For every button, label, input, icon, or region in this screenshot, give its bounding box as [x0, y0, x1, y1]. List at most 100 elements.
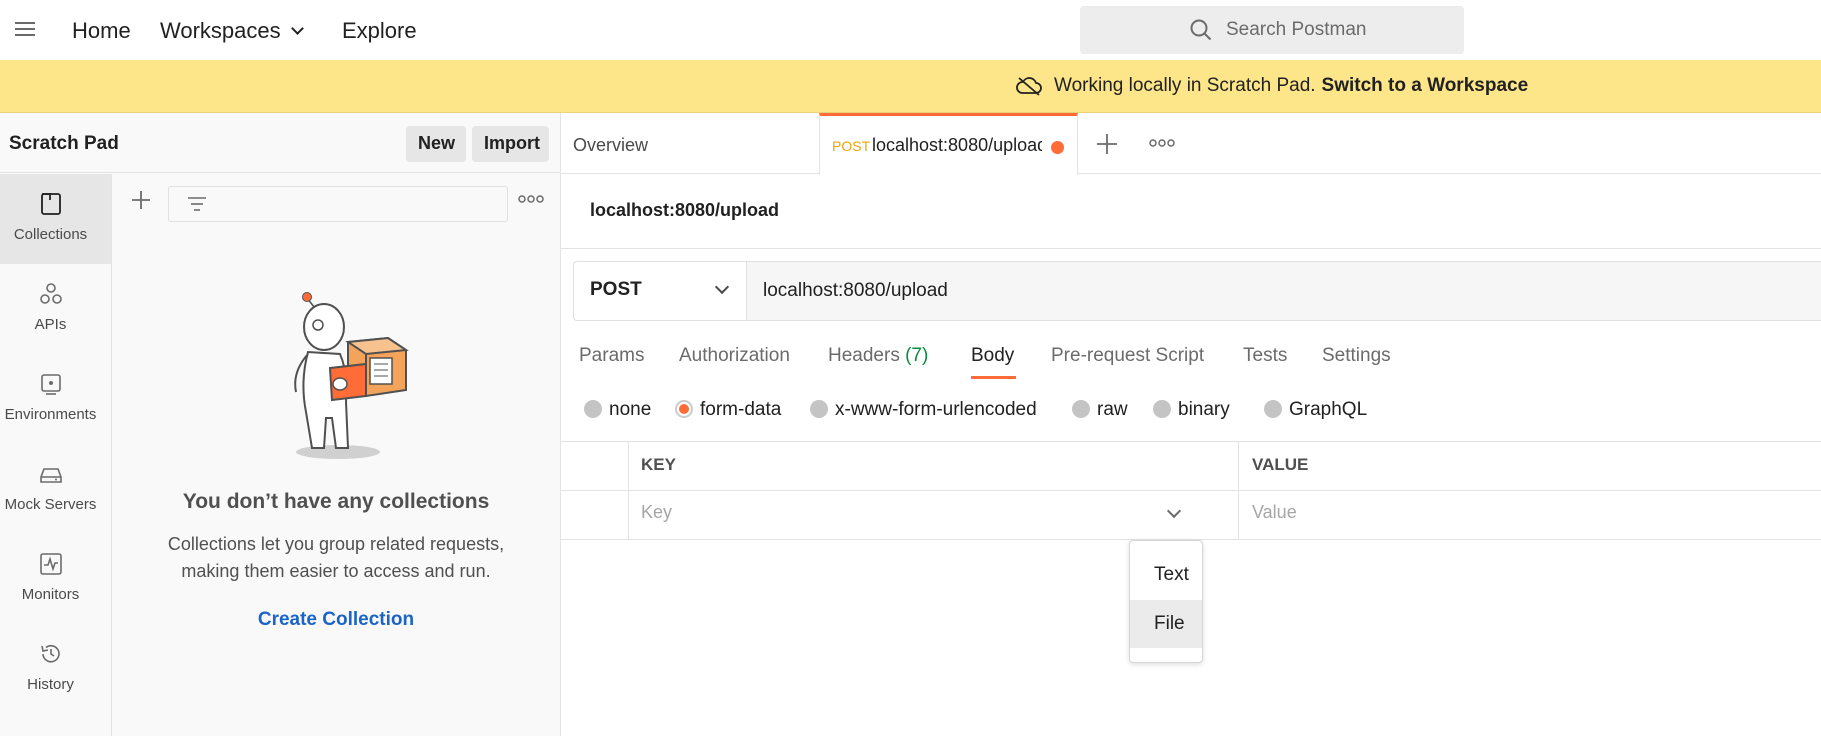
value-column-header: VALUE: [1252, 455, 1309, 474]
history-icon: [41, 644, 60, 663]
cloud-off-icon: [1016, 77, 1042, 96]
request-name[interactable]: localhost:8080/upload: [590, 200, 779, 221]
radio-circle: [584, 400, 602, 418]
tab-method-badge: POST: [832, 138, 871, 154]
nav-explore[interactable]: Explore: [342, 18, 417, 44]
request-panel: Overview POST localhost:8080/upload loca…: [561, 113, 1821, 736]
mock-servers-icon: [40, 468, 62, 483]
nav-workspaces[interactable]: Workspaces: [160, 18, 304, 44]
apis-icon: [40, 283, 62, 304]
add-collection-icon[interactable]: [130, 189, 152, 211]
radio-circle: [1072, 400, 1090, 418]
empty-collections-illustration: [294, 292, 409, 459]
chevron-down-icon: [714, 279, 730, 295]
radio-label: GraphQL: [1289, 399, 1368, 420]
sidebar-rail: Collections APIs Environments Mock Serve…: [0, 174, 112, 736]
divider: [561, 248, 1821, 249]
search-placeholder: Search Postman: [1226, 19, 1367, 40]
radio-circle: [1264, 400, 1282, 418]
empty-state-description: Collections let you group related reques…: [167, 534, 505, 581]
request-tabbar: Overview POST localhost:8080/upload: [561, 113, 1821, 175]
table-column-divider: [628, 441, 629, 539]
radio-circle: [1153, 400, 1171, 418]
table-column-divider: [1238, 441, 1239, 539]
active-tab-indicator: [971, 376, 1016, 379]
tab-body[interactable]: Body: [971, 345, 1014, 367]
tab-headers-label: Headers: [828, 345, 900, 366]
radio-label: none: [609, 399, 652, 420]
radio-binary[interactable]: binary: [1153, 399, 1230, 423]
nav-home[interactable]: Home: [72, 18, 131, 44]
tab-request-upload[interactable]: POST localhost:8080/upload: [819, 113, 1078, 175]
search-icon: [1190, 19, 1212, 41]
new-button[interactable]: New: [406, 126, 466, 162]
key-column-header: KEY: [641, 455, 676, 474]
tab-pre-request-script[interactable]: Pre-request Script: [1051, 345, 1204, 367]
top-navigation-bar: Home Workspaces Explore Search Postman: [0, 0, 1821, 60]
filter-collections-input[interactable]: [168, 186, 508, 222]
create-collection-link[interactable]: Create Collection: [112, 609, 560, 631]
sidebar-item-collections[interactable]: Collections: [0, 174, 111, 264]
radio-circle-selected: [675, 400, 693, 418]
dropdown-option-file[interactable]: File: [1130, 600, 1202, 648]
key-type-dropdown: Text File: [1129, 540, 1203, 663]
radio-circle: [810, 400, 828, 418]
tab-tests[interactable]: Tests: [1243, 345, 1287, 367]
sidebar-title: Scratch Pad: [9, 133, 119, 154]
sidebar-item-label: History: [27, 676, 74, 693]
headers-count-badge: (7): [905, 345, 929, 366]
radio-x-www-form-urlencoded[interactable]: x-www-form-urlencoded: [810, 399, 1037, 423]
menu-icon[interactable]: [15, 22, 37, 38]
table-border: [561, 490, 1821, 491]
scratch-pad-banner: Working locally in Scratch Pad. Switch to…: [0, 60, 1821, 113]
value-input[interactable]: Value: [1252, 502, 1297, 523]
more-options-icon[interactable]: [518, 194, 544, 204]
environments-icon: [41, 374, 61, 395]
tab-settings[interactable]: Settings: [1322, 345, 1391, 367]
import-button[interactable]: Import: [472, 126, 549, 162]
banner-message: Working locally in Scratch Pad.: [1054, 75, 1316, 96]
radio-none[interactable]: none: [584, 399, 651, 423]
sidebar-item-environments[interactable]: Environments: [0, 354, 111, 444]
collections-pane: You don’t have any collections Collectio…: [112, 174, 560, 736]
table-border: [561, 441, 1821, 442]
method-select[interactable]: POST: [574, 262, 747, 320]
tab-params[interactable]: Params: [579, 345, 644, 367]
radio-label: raw: [1097, 399, 1128, 420]
sidebar-item-mock-servers[interactable]: Mock Servers: [0, 444, 111, 534]
tab-overview[interactable]: Overview: [561, 113, 819, 174]
unsaved-changes-dot[interactable]: [1051, 141, 1064, 154]
radio-label: form-data: [700, 399, 782, 420]
radio-label: binary: [1178, 399, 1230, 420]
key-input[interactable]: Key: [641, 502, 672, 523]
sidebar-item-label: Monitors: [21, 586, 80, 603]
sidebar-item-apis[interactable]: APIs: [0, 264, 111, 354]
empty-state-title: You don’t have any collections: [182, 490, 490, 513]
radio-raw[interactable]: raw: [1072, 399, 1128, 423]
tab-headers[interactable]: Headers (7): [828, 345, 928, 367]
monitors-icon: [40, 553, 62, 575]
sidebar-item-label: APIs: [34, 316, 67, 333]
filter-icon: [188, 197, 206, 211]
sidebar-item-label: Environments: [4, 406, 97, 423]
dropdown-option-text[interactable]: Text: [1130, 551, 1202, 599]
url-input[interactable]: localhost:8080/upload: [763, 280, 948, 302]
sidebar: Scratch Pad New Import Collections APIs …: [0, 113, 561, 736]
tab-authorization[interactable]: Authorization: [679, 345, 790, 367]
key-type-chevron-icon[interactable]: [1166, 503, 1182, 519]
radio-graphql[interactable]: GraphQL: [1264, 399, 1367, 423]
radio-label: x-www-form-urlencoded: [835, 399, 1037, 420]
url-bar: POST localhost:8080/upload: [573, 261, 1821, 321]
chevron-down-icon: [290, 22, 304, 35]
nav-workspaces-label: Workspaces: [160, 18, 281, 43]
switch-workspace-link[interactable]: Switch to a Workspace: [1322, 75, 1529, 96]
tab-overview-label: Overview: [573, 135, 649, 155]
sidebar-item-monitors[interactable]: Monitors: [0, 534, 111, 624]
tab-options-icon[interactable]: [1149, 138, 1175, 148]
sidebar-item-label: Mock Servers: [4, 496, 97, 513]
new-tab-icon[interactable]: [1095, 132, 1119, 156]
radio-form-data[interactable]: form-data: [675, 399, 781, 423]
sidebar-item-history[interactable]: History: [0, 624, 111, 714]
sidebar-item-label: Collections: [13, 226, 88, 243]
search-postman-input[interactable]: Search Postman: [1080, 6, 1464, 54]
